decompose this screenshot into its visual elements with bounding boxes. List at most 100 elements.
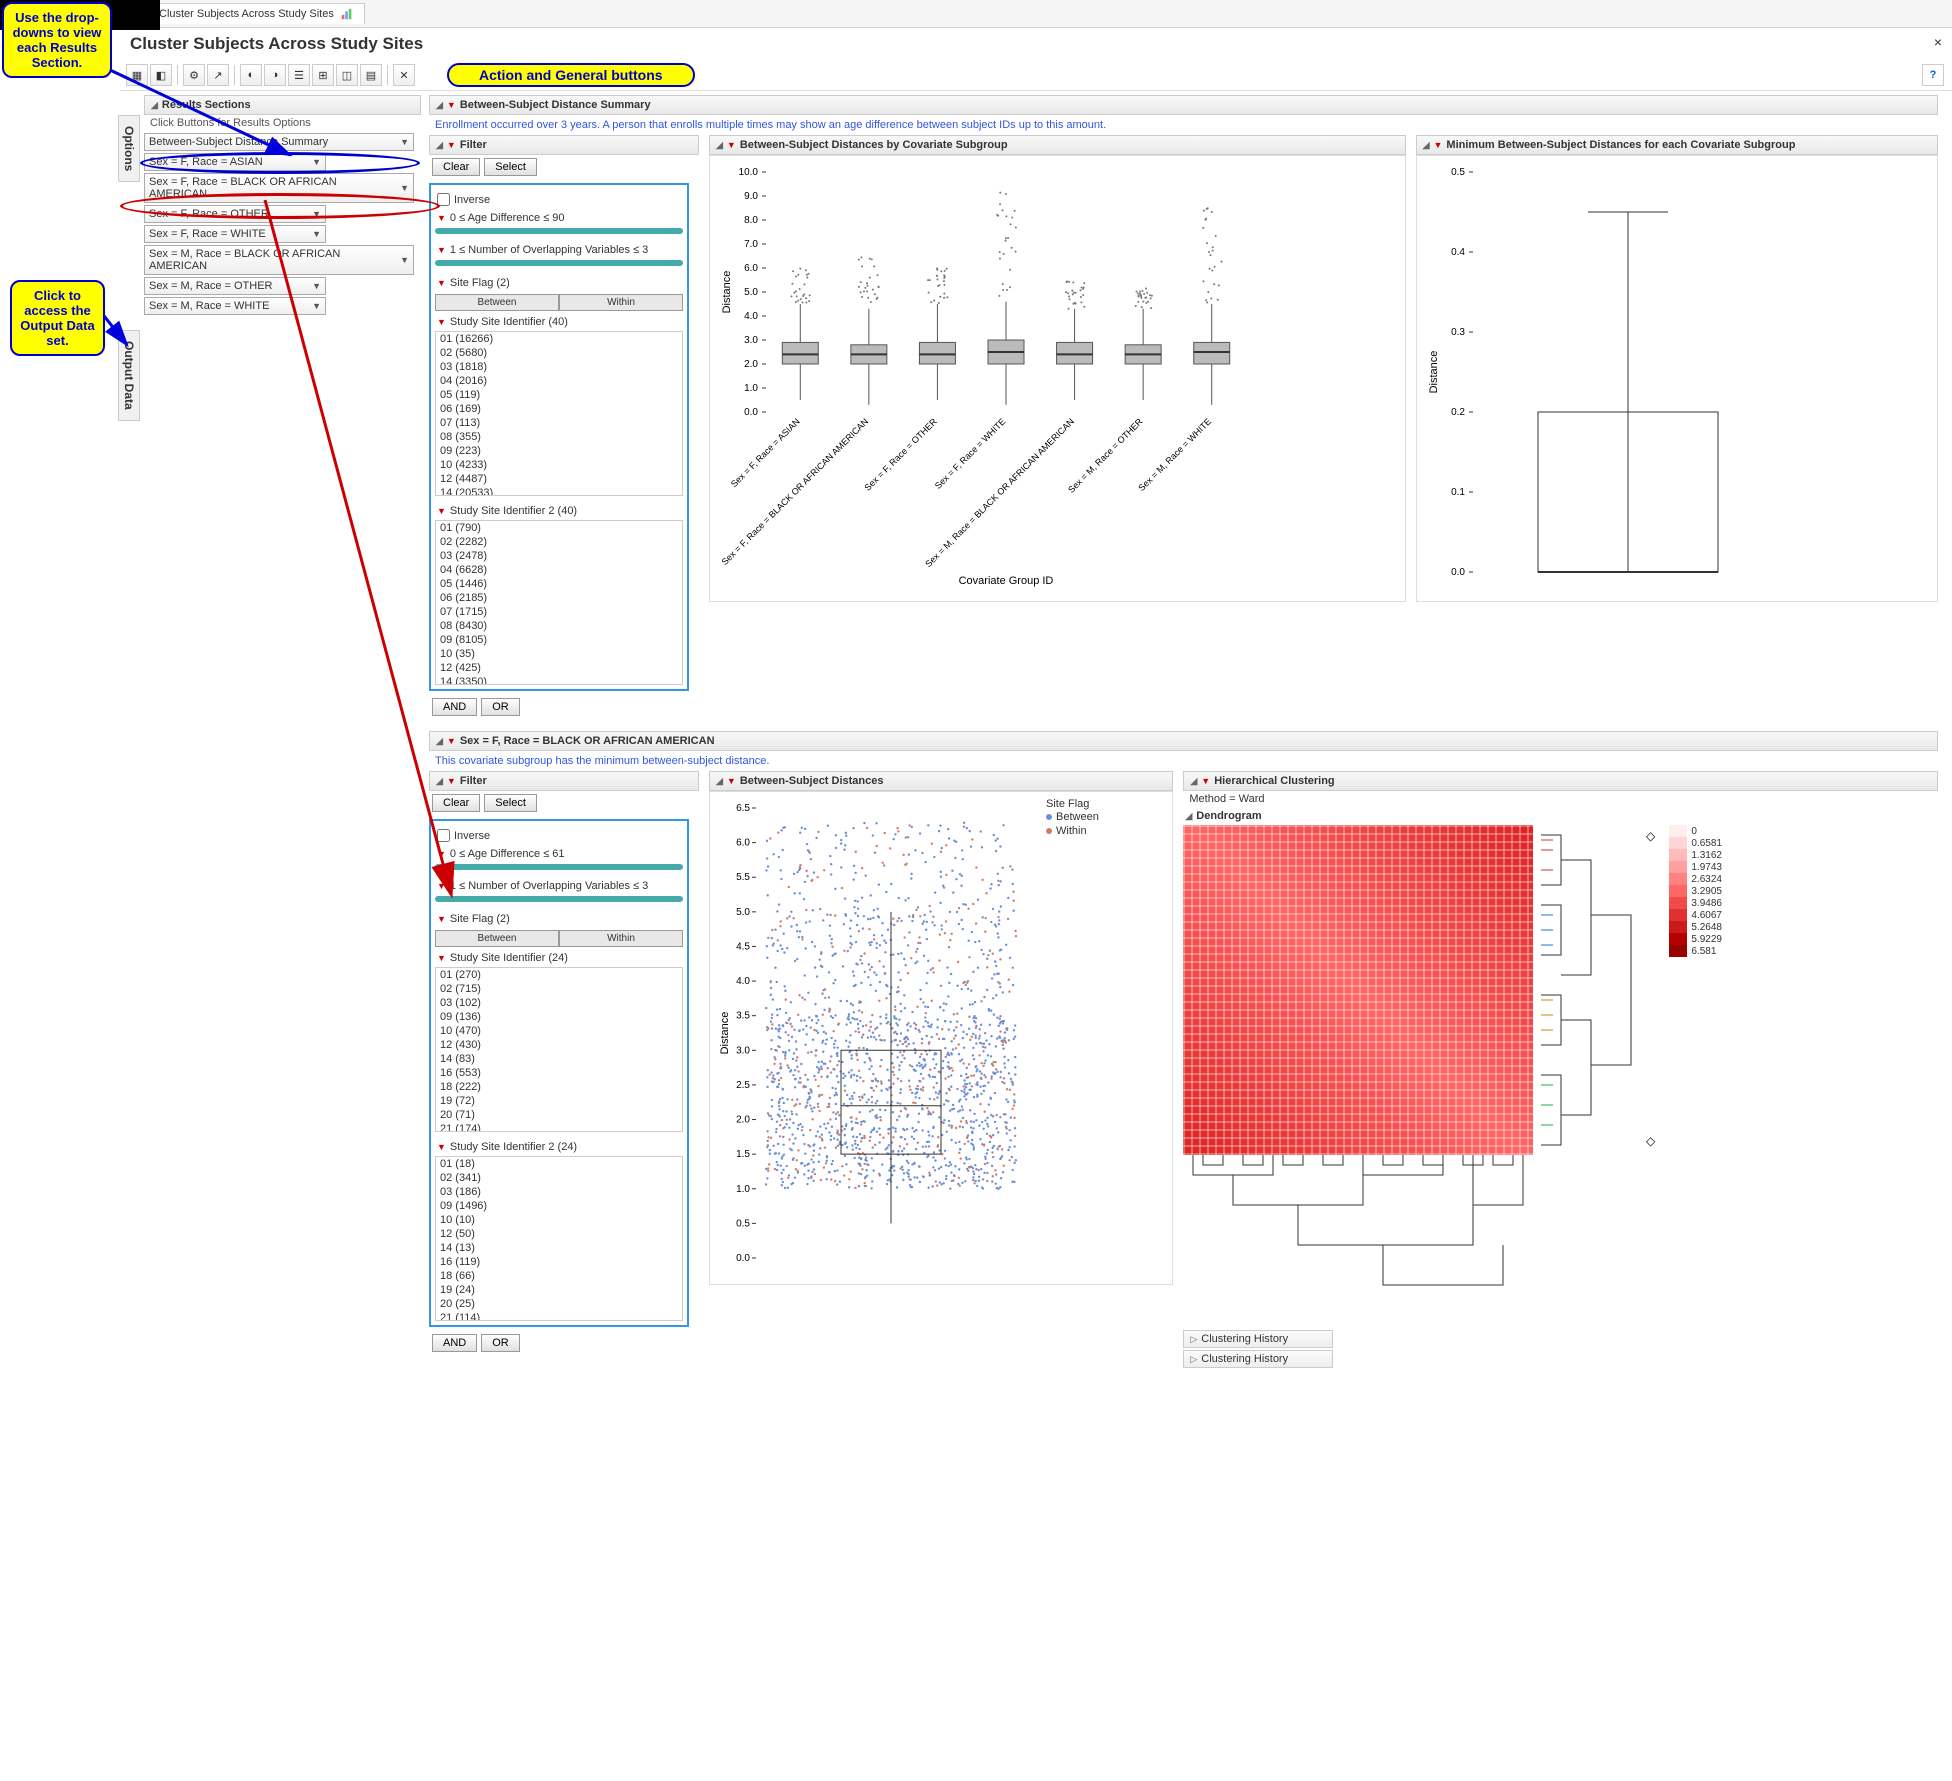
red-arrow-icon[interactable]: ▼: [437, 914, 446, 924]
list-item[interactable]: 19 (24): [436, 1283, 682, 1297]
red-arrow-icon[interactable]: ▼: [437, 245, 446, 255]
close-icon[interactable]: ×: [1934, 34, 1942, 50]
side-tab-options[interactable]: Options: [118, 115, 140, 182]
clustering-history-2[interactable]: ▷ Clustering History: [1183, 1350, 1333, 1368]
list-item[interactable]: 14 (13): [436, 1241, 682, 1255]
dendrogram-heatmap[interactable]: [1183, 825, 1533, 1155]
list-item[interactable]: 07 (113): [436, 416, 682, 430]
list-item[interactable]: 05 (1446): [436, 577, 682, 591]
list-item[interactable]: 20 (25): [436, 1297, 682, 1311]
help-icon[interactable]: ?: [1922, 64, 1944, 86]
list-item[interactable]: 03 (186): [436, 1185, 682, 1199]
red-arrow-icon[interactable]: ▼: [437, 278, 446, 288]
disclosure-icon[interactable]: ◢: [436, 736, 443, 747]
red-arrow-icon[interactable]: ▼: [447, 140, 456, 150]
or-button[interactable]: OR: [481, 698, 520, 716]
minbox-chart[interactable]: 0.00.10.20.30.40.5Distance: [1416, 155, 1938, 602]
disclosure-icon[interactable]: ◢: [1190, 776, 1197, 787]
toolbar-btn-8[interactable]: ⊞: [312, 64, 334, 86]
list-item[interactable]: 04 (6628): [436, 563, 682, 577]
list-item[interactable]: 12 (4487): [436, 472, 682, 486]
select-button[interactable]: Select: [484, 158, 537, 176]
within-toggle-2[interactable]: Within: [559, 930, 683, 947]
list-item[interactable]: 20 (71): [436, 1108, 682, 1122]
results-dropdown-2[interactable]: Sex = F, Race = BLACK OR AFRICAN AMERICA…: [144, 173, 414, 203]
toolbar-btn-10[interactable]: ▤: [360, 64, 382, 86]
red-arrow-icon[interactable]: ▼: [727, 776, 736, 786]
results-dropdown-7[interactable]: Sex = M, Race = WHITE▼: [144, 297, 326, 315]
list-item[interactable]: 16 (553): [436, 1066, 682, 1080]
list-item[interactable]: 14 (3350): [436, 675, 682, 685]
toolbar-btn-2[interactable]: ◧: [150, 64, 172, 86]
red-arrow-icon[interactable]: ▼: [1434, 140, 1443, 150]
list-item[interactable]: 10 (35): [436, 647, 682, 661]
clustering-history-1[interactable]: ▷ Clustering History: [1183, 1330, 1333, 1348]
inverse-checkbox-2[interactable]: [437, 829, 450, 842]
toolbar-btn-5[interactable]: ◐: [240, 64, 262, 86]
list-item[interactable]: 12 (425): [436, 661, 682, 675]
list-item[interactable]: 10 (4233): [436, 458, 682, 472]
select-button-2[interactable]: Select: [484, 794, 537, 812]
red-arrow-icon[interactable]: ▼: [727, 140, 736, 150]
toolbar-btn-7[interactable]: ☰: [288, 64, 310, 86]
and-button-2[interactable]: AND: [432, 1334, 477, 1352]
red-arrow-icon[interactable]: ▼: [437, 953, 446, 963]
red-arrow-icon[interactable]: ▼: [437, 213, 446, 223]
list-item[interactable]: 08 (8430): [436, 619, 682, 633]
list-item[interactable]: 14 (83): [436, 1052, 682, 1066]
list-item[interactable]: 03 (1818): [436, 360, 682, 374]
list-item[interactable]: 07 (1715): [436, 605, 682, 619]
list-item[interactable]: 05 (119): [436, 388, 682, 402]
list-item[interactable]: 14 (20533): [436, 486, 682, 496]
list-item[interactable]: 09 (8105): [436, 633, 682, 647]
red-arrow-icon[interactable]: ▼: [447, 100, 456, 110]
list-item[interactable]: 09 (136): [436, 1010, 682, 1024]
toolbar-btn-1[interactable]: ▦: [126, 64, 148, 86]
clear-button-2[interactable]: Clear: [432, 794, 480, 812]
list-item[interactable]: 16 (119): [436, 1255, 682, 1269]
list-item[interactable]: 12 (430): [436, 1038, 682, 1052]
red-arrow-icon[interactable]: ▼: [437, 506, 446, 516]
within-toggle[interactable]: Within: [559, 294, 683, 311]
disclosure-icon[interactable]: ◢: [1185, 811, 1192, 822]
list-item[interactable]: 02 (2282): [436, 535, 682, 549]
results-dropdown-5[interactable]: Sex = M, Race = BLACK OR AFRICAN AMERICA…: [144, 245, 414, 275]
list-item[interactable]: 09 (223): [436, 444, 682, 458]
between-toggle-2[interactable]: Between: [435, 930, 559, 947]
results-dropdown-0[interactable]: Between-Subject Distance Summary▼: [144, 133, 414, 151]
disclosure-icon[interactable]: ◢: [1423, 140, 1430, 151]
list-item[interactable]: 08 (355): [436, 430, 682, 444]
list-item[interactable]: 12 (50): [436, 1227, 682, 1241]
slider-overlap-2[interactable]: [435, 896, 683, 902]
results-dropdown-1[interactable]: Sex = F, Race = ASIAN▼: [144, 153, 326, 171]
toolbar-btn-6[interactable]: ◑: [264, 64, 286, 86]
slider-overlap[interactable]: [435, 260, 683, 266]
disclosure-icon[interactable]: ◢: [436, 100, 443, 111]
red-arrow-icon[interactable]: ▼: [437, 1142, 446, 1152]
results-dropdown-4[interactable]: Sex = F, Race = WHITE▼: [144, 225, 326, 243]
list-item[interactable]: 01 (16266): [436, 332, 682, 346]
red-arrow-icon[interactable]: ▼: [437, 881, 446, 891]
disclosure-icon[interactable]: ◢: [436, 776, 443, 787]
list-item[interactable]: 18 (66): [436, 1269, 682, 1283]
tab-cluster-subjects[interactable]: Cluster Subjects Across Study Sites: [128, 3, 365, 24]
list-item[interactable]: 02 (341): [436, 1171, 682, 1185]
list-item[interactable]: 10 (10): [436, 1213, 682, 1227]
disclosure-icon[interactable]: ◢: [151, 100, 158, 111]
disclosure-icon[interactable]: ◢: [716, 140, 723, 151]
list-item[interactable]: 10 (470): [436, 1024, 682, 1038]
red-arrow-icon[interactable]: ▼: [437, 849, 446, 859]
red-arrow-icon[interactable]: ▼: [1201, 776, 1210, 786]
toolbar-btn-9[interactable]: ◫: [336, 64, 358, 86]
clear-button[interactable]: Clear: [432, 158, 480, 176]
disclosure-icon[interactable]: ◢: [436, 140, 443, 151]
or-button-2[interactable]: OR: [481, 1334, 520, 1352]
ssi2-listbox[interactable]: 01 (790)02 (2282)03 (2478)04 (6628)05 (1…: [435, 520, 683, 685]
red-arrow-icon[interactable]: ▼: [447, 776, 456, 786]
toolbar-btn-11[interactable]: ✕: [393, 64, 415, 86]
disclosure-icon[interactable]: ◢: [716, 776, 723, 787]
list-item[interactable]: 03 (2478): [436, 549, 682, 563]
list-item[interactable]: 06 (169): [436, 402, 682, 416]
results-dropdown-3[interactable]: Sex = F, Race = OTHER▼: [144, 205, 326, 223]
list-item[interactable]: 02 (715): [436, 982, 682, 996]
